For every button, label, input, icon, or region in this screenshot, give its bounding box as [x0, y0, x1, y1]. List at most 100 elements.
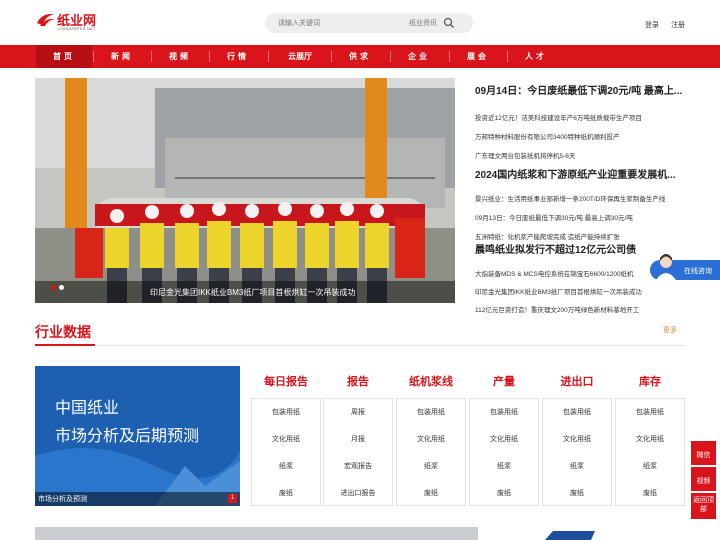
news-headline[interactable]: 2024国内纸浆和下游原纸产业迎重要发展机...	[475, 166, 685, 181]
nav-item-home[interactable]: 首页	[36, 45, 92, 68]
slider-photo	[35, 78, 455, 303]
slider-caption[interactable]: 印尼金光集团IKK纸业BM3纸厂项目首根烘缸一次吊装成功	[150, 287, 355, 298]
data-column-box: 周报 月报 宏观报告 进出口报告	[323, 398, 393, 506]
section-title: 行业数据	[35, 324, 91, 340]
data-link[interactable]: 废纸	[616, 480, 684, 507]
news-item[interactable]: 景兴纸业：生活用纸事业部新增一条200T/D环保再生浆制备生产线	[475, 193, 687, 203]
nav-item-news[interactable]: 新闻	[94, 45, 150, 68]
nav-item-supply[interactable]: 供求	[332, 45, 388, 68]
nav-item-market[interactable]: 行情	[210, 45, 266, 68]
data-link[interactable]: 月报	[324, 426, 392, 453]
data-link[interactable]: 废纸	[470, 480, 538, 507]
site-logo[interactable]: 纸业网 CHINAPAPER.NET	[36, 9, 100, 33]
data-column-box: 包装用纸 文化用纸 纸浆 废纸	[469, 398, 539, 506]
back-to-top-label: 返回顶部	[693, 497, 714, 513]
nav-item-talent[interactable]: 人才	[508, 45, 564, 68]
bottom-banner-image[interactable]	[35, 527, 478, 540]
news-item[interactable]: 112亿元巨资打造！重庆理文200万吨绿色新材料基地开工	[475, 304, 687, 314]
data-link[interactable]: 废纸	[252, 480, 320, 507]
section-divider	[35, 345, 686, 346]
search-category[interactable]: 纸业资讯	[409, 18, 437, 28]
banner-page-indicator[interactable]: 1	[228, 494, 237, 503]
data-column-box: 包装用纸 文化用纸 纸浆 废纸	[396, 398, 466, 506]
data-column: 纸机浆线 包装用纸 文化用纸 纸浆 废纸	[396, 366, 466, 506]
data-link[interactable]: 废纸	[543, 480, 611, 507]
data-link[interactable]: 文化用纸	[397, 426, 465, 453]
data-link[interactable]: 文化用纸	[470, 426, 538, 453]
section-divider-accent	[35, 344, 95, 346]
data-column: 进出口 包装用纸 文化用纸 纸浆 废纸	[542, 366, 612, 506]
agent-avatar-icon	[656, 254, 676, 280]
data-column-title[interactable]: 报告	[323, 366, 393, 398]
nav-item-showroom[interactable]: 云展厅	[272, 45, 328, 68]
data-column: 库存 包装用纸 文化用纸 纸浆 废纸	[615, 366, 685, 506]
nav-item-expo[interactable]: 展会	[450, 45, 506, 68]
data-column-box: 包装用纸 文化用纸 纸浆 废纸	[542, 398, 612, 506]
slider-caption-bar: 印尼金光集团IKK纸业BM3纸厂项目首根烘缸一次吊装成功	[35, 281, 455, 303]
data-link[interactable]: 包装用纸	[616, 399, 684, 426]
search-icon[interactable]	[443, 17, 455, 29]
news-item[interactable]: 广东理文两台包装纸机将停机5-8天	[475, 150, 687, 160]
data-column: 每日报告 包装用纸 文化用纸 纸浆 废纸	[251, 366, 321, 506]
online-chat-button[interactable]: 在线咨询	[650, 254, 720, 280]
news-slider[interactable]: 印尼金光集团IKK纸业BM3纸厂项目首根烘缸一次吊装成功	[35, 78, 455, 303]
video-button[interactable]: 视频	[691, 467, 716, 491]
data-column-title[interactable]: 每日报告	[251, 366, 321, 398]
slider-dots	[51, 277, 67, 295]
data-link[interactable]: 文化用纸	[543, 426, 611, 453]
wechat-label: 微信	[696, 452, 711, 459]
news-headline[interactable]: 09月14日：今日废纸最低下调20元/吨 最高上...	[475, 82, 685, 97]
data-link[interactable]: 文化用纸	[616, 426, 684, 453]
news-item[interactable]: 投资近12亿元！洁美科技建设年产6万吨纸质载带生产项目	[475, 112, 687, 122]
logo-mark-icon	[37, 13, 55, 26]
banner-title: 中国纸业	[55, 398, 120, 417]
logo-subtext: CHINAPAPER.NET	[58, 26, 96, 31]
data-link[interactable]: 周报	[324, 399, 392, 426]
data-link[interactable]: 纸浆	[397, 453, 465, 480]
data-column-title[interactable]: 产量	[469, 366, 539, 398]
data-link[interactable]: 包装用纸	[470, 399, 538, 426]
data-link[interactable]: 包装用纸	[543, 399, 611, 426]
data-column-title[interactable]: 进出口	[542, 366, 612, 398]
data-link[interactable]: 纸浆	[252, 453, 320, 480]
news-item[interactable]: 大指装备MDS & MCS电控系统在锦宝石6600/1200纸机	[475, 268, 647, 278]
more-link[interactable]: 更多	[663, 325, 677, 335]
data-column-title[interactable]: 库存	[615, 366, 685, 398]
news-block: 09月14日：今日废纸最低下调20元/吨 最高上... 投资近12亿元！洁美科技…	[475, 82, 690, 160]
data-link[interactable]: 文化用纸	[252, 426, 320, 453]
nav-item-enterprise[interactable]: 企业	[391, 45, 447, 68]
site-header: 纸业网 CHINAPAPER.NET 请输入关键词 纸业资讯 登录 注册	[0, 0, 720, 46]
data-column-title[interactable]: 纸机浆线	[396, 366, 466, 398]
register-link[interactable]: 注册	[671, 20, 685, 30]
data-banner[interactable]: 中国纸业 市场分析及后期预测 市场分析及预测 1	[35, 366, 240, 506]
banner-caption[interactable]: 市场分析及预测	[38, 494, 87, 504]
data-link[interactable]: 进出口报告	[324, 480, 392, 507]
slider-dot[interactable]	[59, 285, 64, 290]
data-link[interactable]: 纸浆	[616, 453, 684, 480]
video-label: 视频	[696, 478, 711, 485]
data-column: 报告 周报 月报 宏观报告 进出口报告	[323, 366, 393, 506]
data-link[interactable]: 纸浆	[470, 453, 538, 480]
wechat-button[interactable]: 微信	[691, 441, 716, 465]
data-link[interactable]: 宏观报告	[324, 453, 392, 480]
news-item[interactable]: 09月13日：今日废纸最低下调30元/吨 最高上调30元/吨	[475, 212, 687, 222]
main-nav: 首页 新闻 视频 行情 云展厅 供求 企业 展会 人才	[0, 45, 720, 68]
data-column-box: 包装用纸 文化用纸 纸浆 废纸	[251, 398, 321, 506]
partner-logo[interactable]	[545, 531, 595, 540]
login-link[interactable]: 登录	[645, 20, 659, 30]
news-item[interactable]: 印尼金光集团IKK纸业BM3纸厂项目首根烘缸一次吊装成功	[475, 286, 687, 296]
online-chat-label: 在线咨询	[684, 268, 712, 275]
nav-item-video[interactable]: 视频	[152, 45, 208, 68]
data-link[interactable]: 包装用纸	[252, 399, 320, 426]
back-to-top-button[interactable]: 返回顶部	[691, 493, 716, 519]
data-link[interactable]: 废纸	[397, 480, 465, 507]
slider-dot[interactable]	[51, 285, 56, 290]
data-link[interactable]: 包装用纸	[397, 399, 465, 426]
data-link[interactable]: 纸浆	[543, 453, 611, 480]
news-item[interactable]: 万邦特种材料股份有限公司3400特种纸机顺利投产	[475, 131, 687, 141]
search-bar[interactable]: 请输入关键词 纸业资讯	[265, 13, 473, 33]
search-input[interactable]: 请输入关键词	[278, 18, 320, 28]
nav-divider	[268, 51, 269, 62]
data-column-box: 包装用纸 文化用纸 纸浆 废纸	[615, 398, 685, 506]
news-item[interactable]: 五洲特纸：化机浆产能爬坡完成 造纸产能持续扩张	[475, 231, 687, 241]
